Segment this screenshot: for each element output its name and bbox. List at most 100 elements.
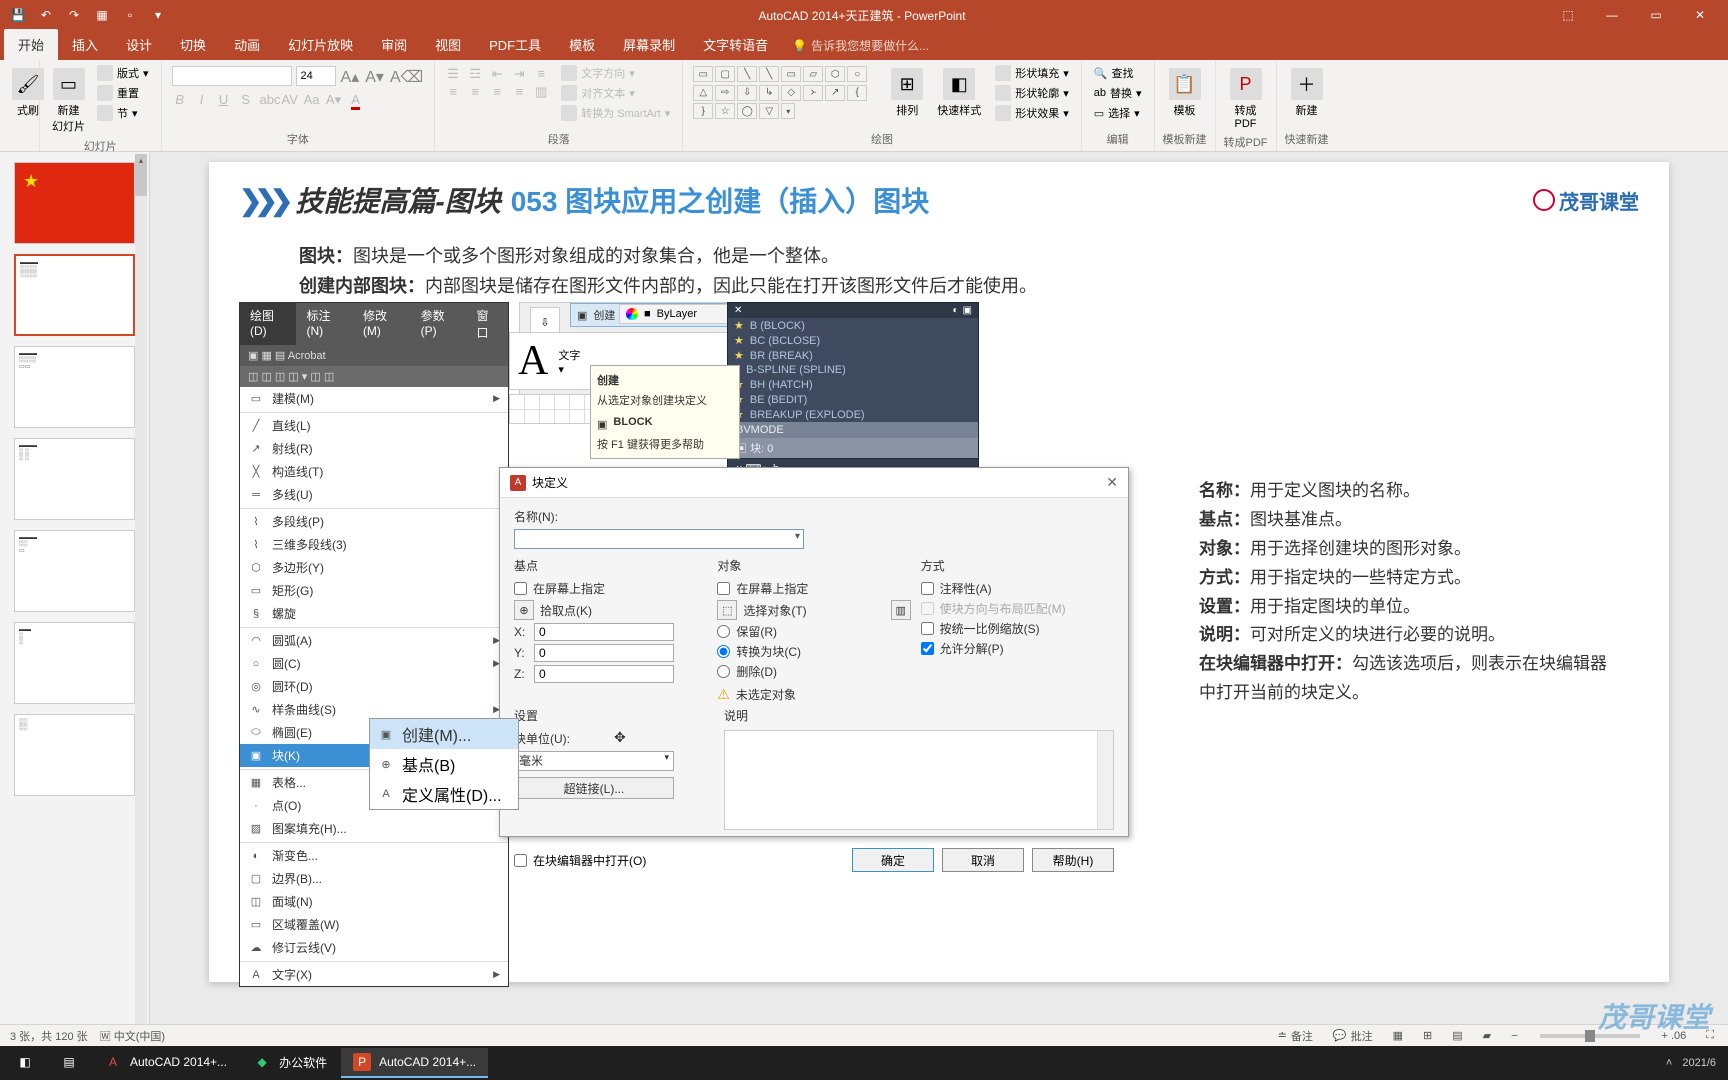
blank-doc-icon[interactable]: ▫ bbox=[120, 5, 140, 25]
tray-date[interactable]: 2021/6 bbox=[1682, 1057, 1716, 1069]
task-ppt[interactable]: PAutoCAD 2014+... bbox=[341, 1048, 488, 1078]
text-direction[interactable]: 文字方向 ▾ bbox=[557, 64, 674, 82]
shape-fill[interactable]: 形状填充 ▾ bbox=[991, 64, 1073, 82]
case-icon[interactable]: Aa bbox=[304, 92, 320, 108]
undo-icon[interactable]: ↶ bbox=[36, 5, 56, 25]
italic-icon[interactable]: I bbox=[194, 92, 210, 108]
zoom-out-icon[interactable]: − bbox=[1507, 1030, 1521, 1042]
bullets-icon[interactable]: ☰ bbox=[445, 66, 461, 82]
quick-select-button[interactable]: ▥ bbox=[891, 600, 911, 620]
close-icon[interactable]: ✕ bbox=[1680, 1, 1720, 29]
view-normal-icon[interactable]: ▦ bbox=[1389, 1029, 1407, 1042]
tab-home[interactable]: 开始 bbox=[4, 29, 58, 60]
slide-thumbnails[interactable]: ▬▬▬░░░░░░░░ ▬▬▬░░░░▭▭ ▬▬▬░ ░░ ░ ▬▬▬░░▭ ▬… bbox=[0, 152, 150, 1046]
view-reading-icon[interactable]: ▤ bbox=[1448, 1029, 1466, 1042]
block-name-input[interactable] bbox=[514, 529, 804, 549]
pdf-button[interactable]: P转成 PDF bbox=[1224, 64, 1268, 134]
view-sorter-icon[interactable]: ⊞ bbox=[1419, 1029, 1436, 1042]
select-obj-button[interactable]: ⬚ bbox=[717, 600, 737, 620]
tab-slideshow[interactable]: 幻灯片放映 bbox=[274, 29, 367, 60]
view-slideshow-icon[interactable]: ▰ bbox=[1479, 1029, 1495, 1042]
tab-review[interactable]: 审阅 bbox=[367, 29, 421, 60]
uniform-check[interactable] bbox=[921, 622, 934, 635]
tab-view[interactable]: 视图 bbox=[421, 29, 475, 60]
name-dropdown-icon[interactable]: ▾ bbox=[795, 531, 800, 542]
clear-fmt-icon[interactable]: A⌫ bbox=[387, 64, 426, 90]
highlight-icon[interactable]: A▾ bbox=[326, 92, 342, 108]
onscreen-base-check[interactable] bbox=[514, 582, 527, 595]
font-combo[interactable] bbox=[172, 66, 292, 86]
align-center-icon[interactable]: ≡ bbox=[467, 84, 483, 100]
grow-font-icon[interactable]: A▴ bbox=[338, 64, 363, 90]
tell-me[interactable]: 💡 告诉我您想要做什么... bbox=[782, 31, 939, 60]
maximize-icon[interactable]: ▭ bbox=[1636, 1, 1676, 29]
base-z-input[interactable] bbox=[534, 665, 674, 683]
ok-button[interactable]: 确定 bbox=[852, 848, 934, 872]
thumbnail-scrollbar[interactable]: ▴ ▾ bbox=[135, 154, 147, 1044]
quickstyle-button[interactable]: ◧快速样式 bbox=[933, 64, 985, 122]
ribbon-options-icon[interactable]: ⬚ bbox=[1548, 1, 1588, 29]
bold-icon[interactable]: B bbox=[172, 92, 188, 108]
spacing-icon[interactable]: AV bbox=[282, 92, 298, 108]
delete-radio[interactable] bbox=[717, 665, 730, 678]
font-size-combo[interactable] bbox=[296, 66, 336, 86]
qa-more-icon[interactable]: ▾ bbox=[148, 5, 168, 25]
help-button[interactable]: 帮助(H) bbox=[1032, 848, 1114, 872]
thumbnail-4[interactable]: ▬▬▬░ ░░ ░ bbox=[14, 438, 135, 520]
thumbnail-7[interactable]: ░░░░ bbox=[14, 714, 135, 796]
explode-check[interactable] bbox=[921, 642, 934, 655]
minimize-icon[interactable]: ― bbox=[1592, 1, 1632, 29]
tab-insert[interactable]: 插入 bbox=[58, 29, 112, 60]
layout-button[interactable]: 版式 ▾ bbox=[93, 64, 153, 82]
thumbnail-1[interactable] bbox=[14, 162, 135, 244]
annotative-check[interactable] bbox=[921, 582, 934, 595]
comments-button[interactable]: 💬 批注 bbox=[1329, 1028, 1377, 1044]
indent-inc-icon[interactable]: ⇥ bbox=[511, 66, 527, 82]
pick-point-button[interactable]: ⊕ bbox=[514, 600, 534, 620]
task-office[interactable]: ◆办公软件 bbox=[241, 1048, 339, 1078]
thumbnail-6[interactable]: ▬▬░░ bbox=[14, 622, 135, 704]
task-start[interactable]: ◧ bbox=[4, 1048, 46, 1078]
task-taskview[interactable]: ▤ bbox=[48, 1048, 90, 1078]
find-button[interactable]: 🔍 查找 bbox=[1090, 64, 1146, 82]
thumbnail-3[interactable]: ▬▬▬░░░░▭▭ bbox=[14, 346, 135, 428]
shape-outline[interactable]: 形状轮廓 ▾ bbox=[991, 84, 1073, 102]
keep-radio[interactable] bbox=[717, 625, 730, 638]
onscreen-obj-check[interactable] bbox=[717, 582, 730, 595]
select-button[interactable]: ▭ 选择 ▾ bbox=[1090, 104, 1146, 122]
quicknew-button[interactable]: ＋新建 bbox=[1285, 64, 1329, 122]
replace-button[interactable]: ab 替换 ▾ bbox=[1090, 84, 1146, 102]
hyperlink-button[interactable]: 超链接(L)... bbox=[514, 777, 674, 799]
tab-transitions[interactable]: 切换 bbox=[166, 29, 220, 60]
cancel-button[interactable]: 取消 bbox=[942, 848, 1024, 872]
unit-select[interactable]: 毫米▾ bbox=[514, 751, 674, 771]
reset-button[interactable]: 重置 bbox=[93, 84, 153, 102]
template-button[interactable]: 📋模板 bbox=[1163, 64, 1207, 122]
strike-icon[interactable]: S bbox=[238, 92, 254, 108]
thumbnail-2[interactable]: ▬▬▬░░░░░░░░ bbox=[14, 254, 135, 336]
dialog-close-icon[interactable]: ✕ bbox=[1106, 474, 1118, 491]
open-in-editor-check[interactable] bbox=[514, 854, 527, 867]
shapes-gallery[interactable]: ▭▢╲╲▭▱⬡ ○△⇨⇩↳◇᚛ ↗{}☆◯▽▾ bbox=[691, 64, 881, 122]
task-autocad[interactable]: AAutoCAD 2014+... bbox=[92, 1048, 239, 1078]
base-x-input[interactable] bbox=[534, 623, 674, 641]
save-icon[interactable]: 💾 bbox=[8, 5, 28, 25]
tab-design[interactable]: 设计 bbox=[112, 29, 166, 60]
align-right-icon[interactable]: ≡ bbox=[489, 84, 505, 100]
underline-icon[interactable]: U bbox=[216, 92, 232, 108]
columns-icon[interactable]: ▥ bbox=[533, 84, 549, 100]
tab-tts[interactable]: 文字转语音 bbox=[689, 29, 782, 60]
align-text[interactable]: 对齐文本 ▾ bbox=[557, 84, 674, 102]
description-textarea[interactable] bbox=[724, 730, 1114, 830]
redo-icon[interactable]: ↷ bbox=[64, 5, 84, 25]
shrink-font-icon[interactable]: A▾ bbox=[362, 64, 387, 90]
arrange-button[interactable]: ⊞排列 bbox=[887, 64, 927, 122]
notes-button[interactable]: ≐ 备注 bbox=[1274, 1028, 1317, 1044]
slideshow-icon[interactable]: ▦ bbox=[92, 5, 112, 25]
font-color-icon[interactable]: A bbox=[348, 92, 364, 108]
tab-pdftools[interactable]: PDF工具 bbox=[475, 29, 555, 60]
align-left-icon[interactable]: ≡ bbox=[445, 84, 461, 100]
tray-up-icon[interactable]: ˄ bbox=[1666, 1057, 1672, 1069]
section-button[interactable]: 节 ▾ bbox=[93, 104, 153, 122]
base-y-input[interactable] bbox=[534, 644, 674, 662]
